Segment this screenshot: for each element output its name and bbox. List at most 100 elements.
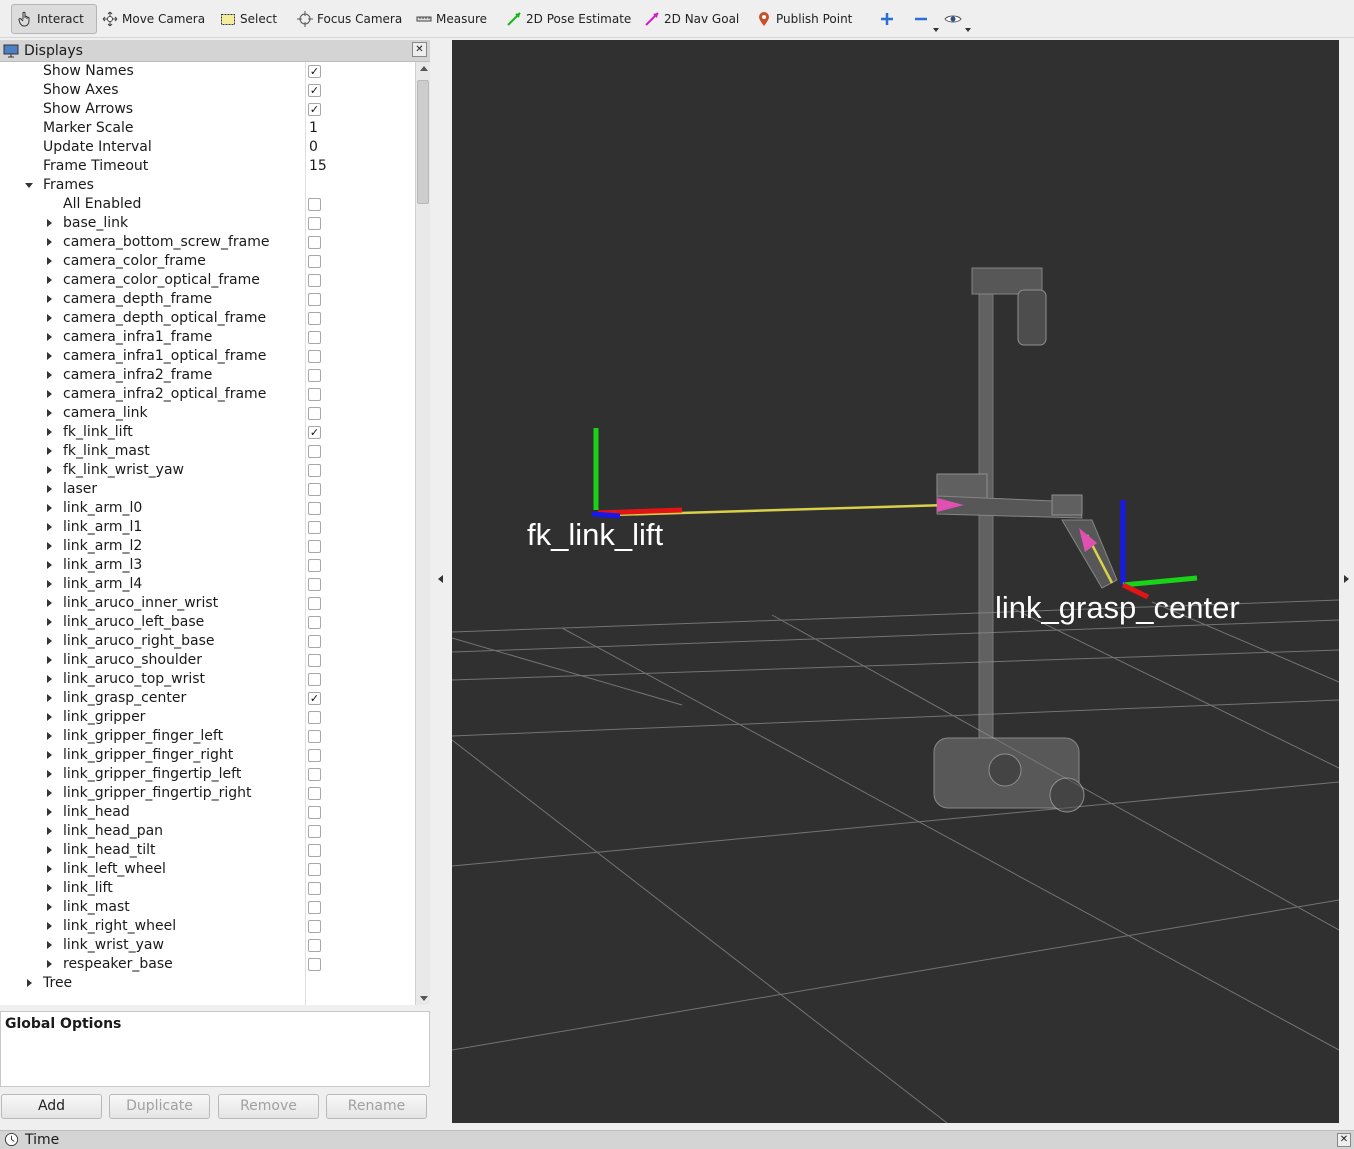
frame-row[interactable]: link_head: [0, 803, 415, 822]
move-camera-tool-button[interactable]: Move Camera: [101, 4, 205, 34]
frame-row[interactable]: link_gripper_finger_left: [0, 727, 415, 746]
frame-row-checkbox[interactable]: [308, 521, 321, 534]
frame-row-checkbox[interactable]: ✓: [308, 426, 321, 439]
frame-row[interactable]: camera_infra2_optical_frame: [0, 385, 415, 404]
select-tool-button[interactable]: Select: [219, 4, 277, 34]
measure-tool-button[interactable]: Measure: [415, 4, 487, 34]
collapse-left-icon[interactable]: [438, 575, 443, 583]
chevron-right-icon[interactable]: [47, 371, 52, 379]
frame-row[interactable]: camera_infra1_frame: [0, 328, 415, 347]
frame-row-checkbox[interactable]: [308, 331, 321, 344]
chevron-right-icon[interactable]: [47, 884, 52, 892]
chevron-right-icon[interactable]: [47, 751, 52, 759]
close-icon[interactable]: ✕: [1337, 1133, 1351, 1147]
close-icon[interactable]: ✕: [412, 42, 427, 57]
frame-row-checkbox[interactable]: [308, 958, 321, 971]
remove-tool-button[interactable]: [912, 4, 939, 34]
frame-row[interactable]: link_grasp_center ✓: [0, 689, 415, 708]
frames-group[interactable]: Frames: [0, 176, 415, 195]
chevron-right-icon[interactable]: [47, 827, 52, 835]
frame-row-checkbox[interactable]: [308, 768, 321, 781]
frame-row-checkbox[interactable]: [308, 578, 321, 591]
frame-row[interactable]: camera_bottom_screw_frame: [0, 233, 415, 252]
chevron-right-icon[interactable]: [47, 238, 52, 246]
frame-row[interactable]: camera_depth_optical_frame: [0, 309, 415, 328]
chevron-right-icon[interactable]: [47, 960, 52, 968]
frame-row-checkbox[interactable]: [308, 255, 321, 268]
frame-row[interactable]: camera_depth_frame: [0, 290, 415, 309]
frame-row[interactable]: link_arm_l0: [0, 499, 415, 518]
frame-row-checkbox[interactable]: [308, 863, 321, 876]
interact-tool-button[interactable]: Interact: [11, 4, 97, 34]
frame-row-checkbox[interactable]: [308, 312, 321, 325]
property-row[interactable]: Update Interval 0: [0, 138, 415, 157]
chevron-right-icon[interactable]: [47, 485, 52, 493]
frame-row-checkbox[interactable]: [308, 236, 321, 249]
chevron-right-icon[interactable]: [47, 295, 52, 303]
property-row[interactable]: Frame Timeout 15: [0, 157, 415, 176]
frame-row[interactable]: link_gripper: [0, 708, 415, 727]
frame-row[interactable]: link_aruco_inner_wrist: [0, 594, 415, 613]
chevron-right-icon[interactable]: [47, 390, 52, 398]
chevron-right-icon[interactable]: [47, 789, 52, 797]
frame-row-checkbox[interactable]: [308, 844, 321, 857]
frame-row-checkbox[interactable]: [308, 445, 321, 458]
frame-row-checkbox[interactable]: [308, 654, 321, 667]
scroll-down-icon[interactable]: [420, 996, 428, 1001]
property-row-value[interactable]: 0: [309, 138, 318, 157]
frame-row-checkbox[interactable]: [308, 749, 321, 762]
property-row[interactable]: Marker Scale 1: [0, 119, 415, 138]
frame-row-checkbox[interactable]: [308, 407, 321, 420]
frame-row-checkbox[interactable]: [308, 274, 321, 287]
chevron-right-icon[interactable]: [27, 979, 32, 987]
frame-row[interactable]: link_gripper_finger_right: [0, 746, 415, 765]
chevron-right-icon[interactable]: [47, 333, 52, 341]
frame-row[interactable]: laser: [0, 480, 415, 499]
frame-row[interactable]: link_arm_l2: [0, 537, 415, 556]
frame-row-checkbox[interactable]: [308, 217, 321, 230]
frame-row-checkbox[interactable]: [308, 635, 321, 648]
chevron-right-icon[interactable]: [47, 409, 52, 417]
frame-row[interactable]: link_aruco_shoulder: [0, 651, 415, 670]
chevron-right-icon[interactable]: [47, 314, 52, 322]
publish-point-tool-button[interactable]: Publish Point: [755, 4, 852, 34]
frame-row[interactable]: link_lift: [0, 879, 415, 898]
chevron-right-icon[interactable]: [47, 257, 52, 265]
frame-row-checkbox[interactable]: [308, 920, 321, 933]
chevron-right-icon[interactable]: [47, 941, 52, 949]
frame-row[interactable]: camera_infra2_frame: [0, 366, 415, 385]
frame-row-checkbox[interactable]: [308, 388, 321, 401]
property-row[interactable]: Show Arrows ✓: [0, 100, 415, 119]
property-row[interactable]: Show Axes ✓: [0, 81, 415, 100]
add-tool-button[interactable]: [878, 4, 899, 34]
frame-row[interactable]: link_aruco_top_wrist: [0, 670, 415, 689]
frame-row-checkbox[interactable]: [308, 882, 321, 895]
chevron-right-icon[interactable]: [47, 808, 52, 816]
chevron-right-icon[interactable]: [47, 466, 52, 474]
focus-camera-tool-button[interactable]: Focus Camera: [296, 4, 402, 34]
chevron-right-icon[interactable]: [47, 770, 52, 778]
chevron-right-icon[interactable]: [47, 922, 52, 930]
duplicate-button[interactable]: Duplicate: [109, 1094, 210, 1119]
remove-button[interactable]: Remove: [218, 1094, 319, 1119]
collapse-right-icon[interactable]: [1344, 575, 1349, 583]
tree-group[interactable]: Tree: [0, 974, 415, 993]
frame-row[interactable]: camera_color_frame: [0, 252, 415, 271]
3d-viewport[interactable]: fk_link_lift link_grasp_center: [452, 40, 1339, 1123]
frame-row[interactable]: link_gripper_fingertip_left: [0, 765, 415, 784]
chevron-right-icon[interactable]: [47, 561, 52, 569]
chevron-right-icon[interactable]: [47, 732, 52, 740]
tree-scrollbar[interactable]: [415, 62, 430, 1005]
frame-row[interactable]: link_aruco_right_base: [0, 632, 415, 651]
frame-row-checkbox[interactable]: [308, 369, 321, 382]
scroll-up-icon[interactable]: [420, 66, 428, 71]
frame-row-checkbox[interactable]: [308, 673, 321, 686]
frame-row-checkbox[interactable]: [308, 293, 321, 306]
property-row[interactable]: Show Names ✓: [0, 62, 415, 81]
frame-row[interactable]: respeaker_base: [0, 955, 415, 974]
chevron-right-icon[interactable]: [47, 865, 52, 873]
chevron-down-icon[interactable]: [25, 183, 33, 188]
frame-row[interactable]: camera_link: [0, 404, 415, 423]
frame-row[interactable]: camera_infra1_optical_frame: [0, 347, 415, 366]
scroll-thumb[interactable]: [417, 80, 429, 204]
